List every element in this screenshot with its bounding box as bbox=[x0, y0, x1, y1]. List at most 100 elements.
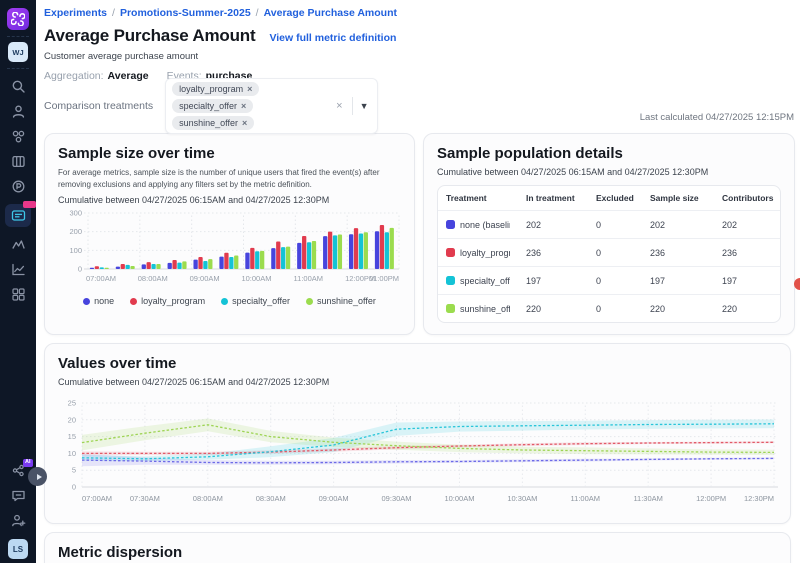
bar-specialty_offer bbox=[385, 232, 389, 269]
bar-specialty_offer bbox=[333, 236, 337, 270]
aggregation-row: Aggregation: Average Events: purchase bbox=[44, 70, 795, 82]
metric-subtitle: Customer average purchase amount bbox=[44, 51, 795, 62]
legend-item: sunshine_offer bbox=[306, 296, 376, 306]
svg-text:11:30AM: 11:30AM bbox=[633, 494, 662, 503]
bar-specialty_offer bbox=[151, 264, 155, 269]
table-cell: 236 bbox=[714, 239, 780, 267]
bar-loyalty_program bbox=[250, 248, 254, 269]
bar-none bbox=[323, 236, 327, 269]
sample-size-title: Sample size over time bbox=[58, 145, 401, 162]
statsig-logo-icon[interactable] bbox=[7, 8, 29, 30]
treatment-chip[interactable]: specialty_offer× bbox=[172, 99, 253, 113]
breadcrumb: Experiments / Promotions-Summer-2025 / A… bbox=[44, 7, 795, 19]
treatment-chip[interactable]: loyalty_program× bbox=[172, 82, 259, 96]
svg-text:10: 10 bbox=[68, 449, 76, 458]
columns-icon[interactable] bbox=[11, 154, 26, 169]
metrics-icon[interactable] bbox=[11, 237, 26, 252]
bar-chart-legend: noneloyalty_programspecialty_offersunshi… bbox=[58, 296, 401, 306]
table-header: In treatment bbox=[518, 186, 588, 211]
insights-chart-icon[interactable] bbox=[11, 262, 26, 277]
treatment-name: loyalty_program bbox=[460, 248, 510, 258]
treatment-color-swatch bbox=[446, 304, 455, 313]
table-cell: 220 bbox=[714, 295, 780, 323]
bar-loyalty_program bbox=[302, 236, 306, 269]
select-divider bbox=[352, 97, 353, 115]
bar-none bbox=[193, 260, 197, 269]
table-cell: 0 bbox=[588, 239, 642, 267]
last-calculated-text: Last calculated 04/27/2025 12:15PM bbox=[640, 112, 794, 123]
breadcrumb-metric-name[interactable]: Average Purchase Amount bbox=[264, 7, 397, 19]
population-title: Sample population details bbox=[437, 145, 781, 162]
treatment-chips: loyalty_program× specialty_offer× sunshine… bbox=[172, 82, 332, 130]
bar-sunshine_offer bbox=[208, 259, 212, 269]
bar-none bbox=[297, 243, 301, 269]
svg-text:15: 15 bbox=[68, 432, 76, 441]
feedback-icon[interactable] bbox=[11, 488, 26, 503]
bar-specialty_offer bbox=[307, 242, 311, 269]
comparison-treatments-label: Comparison treatments bbox=[44, 100, 153, 112]
svg-text:11:00AM: 11:00AM bbox=[571, 494, 600, 503]
aggregation-label: Aggregation: bbox=[44, 70, 104, 82]
svg-text:07:00AM: 07:00AM bbox=[82, 494, 112, 503]
invite-user-icon[interactable] bbox=[11, 513, 26, 528]
legend-item: specialty_offer bbox=[221, 296, 290, 306]
svg-text:08:00AM: 08:00AM bbox=[138, 274, 168, 283]
population-cumulative: Cumulative between 04/27/2025 06:15AM an… bbox=[437, 167, 781, 177]
table-header: Contributors bbox=[714, 186, 780, 211]
sample-size-card: Sample size over time For average metric… bbox=[44, 133, 415, 335]
bar-sunshine_offer bbox=[130, 266, 134, 269]
bar-sunshine_offer bbox=[260, 251, 264, 269]
people-icon[interactable] bbox=[11, 104, 26, 119]
remove-chip-icon[interactable]: × bbox=[247, 84, 252, 94]
bar-sunshine_offer bbox=[105, 268, 109, 269]
dispersion-title: Metric dispersion bbox=[58, 544, 777, 561]
segments-icon[interactable] bbox=[11, 129, 26, 144]
bar-specialty_offer bbox=[100, 268, 104, 270]
table-cell: 197 bbox=[714, 267, 780, 295]
sample-size-bar-chart: 010020030007:00AM08:00AM09:00AM10:00AM11… bbox=[58, 205, 403, 289]
notification-dot[interactable] bbox=[794, 278, 800, 290]
remove-chip-icon[interactable]: × bbox=[242, 118, 247, 128]
svg-text:01:00PM: 01:00PM bbox=[369, 274, 399, 283]
pulse-icon[interactable] bbox=[11, 179, 26, 194]
search-icon[interactable] bbox=[11, 79, 26, 94]
ai-badge: AI bbox=[23, 459, 33, 467]
svg-text:11:00AM: 11:00AM bbox=[294, 274, 323, 283]
new-badge bbox=[23, 201, 36, 208]
breadcrumb-experiment-name[interactable]: Promotions-Summer-2025 bbox=[120, 7, 251, 19]
bar-none bbox=[271, 248, 275, 269]
svg-text:08:00AM: 08:00AM bbox=[193, 494, 223, 503]
bar-specialty_offer bbox=[126, 265, 130, 269]
bar-none bbox=[142, 265, 146, 270]
user-avatar[interactable]: LS bbox=[8, 539, 28, 559]
clear-selection-icon[interactable]: × bbox=[336, 100, 342, 112]
breadcrumb-experiments[interactable]: Experiments bbox=[44, 7, 107, 19]
bar-none bbox=[245, 253, 249, 269]
bar-none bbox=[219, 257, 223, 269]
sample-size-cumulative: Cumulative between 04/27/2025 06:15AM an… bbox=[58, 195, 401, 205]
table-cell: 0 bbox=[588, 211, 642, 239]
ai-assist-icon[interactable]: AI bbox=[11, 463, 26, 478]
expand-drawer-handle[interactable] bbox=[28, 467, 47, 486]
treatments-multiselect[interactable]: loyalty_program× specialty_offer× sunshine… bbox=[165, 78, 377, 134]
svg-text:09:30AM: 09:30AM bbox=[382, 494, 412, 503]
bar-none bbox=[349, 234, 353, 269]
bar-sunshine_offer bbox=[234, 256, 238, 269]
sidebar-divider bbox=[7, 68, 29, 69]
remove-chip-icon[interactable]: × bbox=[241, 101, 246, 111]
svg-text:300: 300 bbox=[69, 209, 82, 218]
bar-specialty_offer bbox=[281, 247, 285, 269]
treatment-chip[interactable]: sunshine_offer× bbox=[172, 116, 254, 130]
bar-sunshine_offer bbox=[312, 241, 316, 269]
comparison-treatments-row: Comparison treatments loyalty_program×sp… bbox=[44, 89, 795, 123]
bar-loyalty_program bbox=[224, 253, 228, 269]
svg-text:10:00AM: 10:00AM bbox=[444, 494, 474, 503]
view-metric-definition-link[interactable]: View full metric definition bbox=[269, 32, 396, 44]
sidebar-item-experiments[interactable] bbox=[5, 204, 31, 227]
treatment-name: sunshine_offer bbox=[460, 304, 510, 314]
legend-dot-icon bbox=[130, 298, 137, 305]
workspace-badge[interactable]: WJ bbox=[8, 42, 28, 62]
svg-text:09:00AM: 09:00AM bbox=[319, 494, 349, 503]
apps-grid-icon[interactable] bbox=[11, 287, 26, 302]
chevron-down-icon[interactable]: ▼ bbox=[358, 101, 371, 111]
